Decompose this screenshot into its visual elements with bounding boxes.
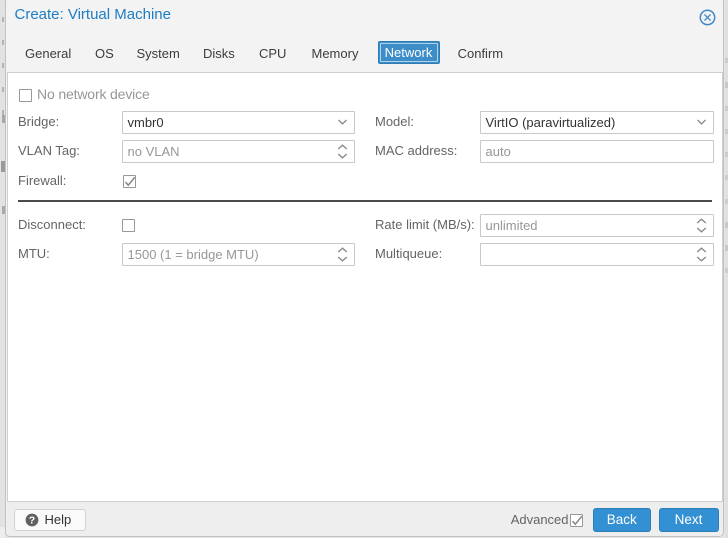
svg-text:?: ?	[29, 514, 35, 526]
